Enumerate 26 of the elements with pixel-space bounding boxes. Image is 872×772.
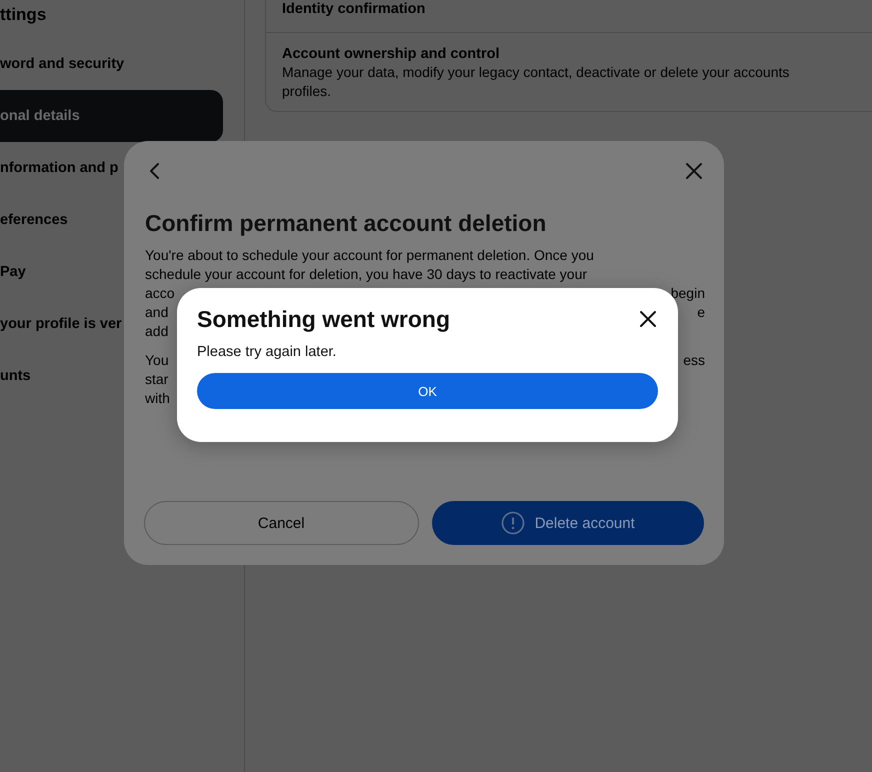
body-text: schedule your account for deletion, you have 30 days to reactivate your [145,265,588,284]
section-description: Manage your data, modify your legacy contact, deactivate or delete your accounts [282,63,790,82]
sidebar-title: ttings [0,4,48,26]
delete-account-button[interactable]: Delete account [432,501,704,545]
ok-button[interactable]: OK [197,373,658,409]
body-text: e [697,303,705,322]
body-text: ess [683,351,705,370]
sidebar-item[interactable]: onal details [0,90,223,142]
alert-title: Something went wrong [197,305,450,334]
body-text: add [145,322,168,341]
close-button[interactable] [638,309,658,329]
body-text: You're about to schedule your account for permanent deletion. Once you [145,246,594,265]
body-text: and [145,303,168,322]
sidebar-item[interactable]: word and security [0,38,223,90]
body-text: acco [145,284,175,303]
body-text: You [145,351,169,370]
body-text: star [145,370,168,389]
cancel-button[interactable]: Cancel [144,501,418,545]
dialog-title: Confirm permanent account deletion [145,209,548,238]
section-description: profiles. [282,82,332,101]
exclamation-circle-icon [500,511,525,535]
body-text: with [145,389,170,408]
section-title: Account ownership and control [282,45,501,63]
alert-message: Please try again later. [197,343,338,361]
body-text: begin [670,284,705,303]
section-title: Identity confirmation [282,0,426,18]
